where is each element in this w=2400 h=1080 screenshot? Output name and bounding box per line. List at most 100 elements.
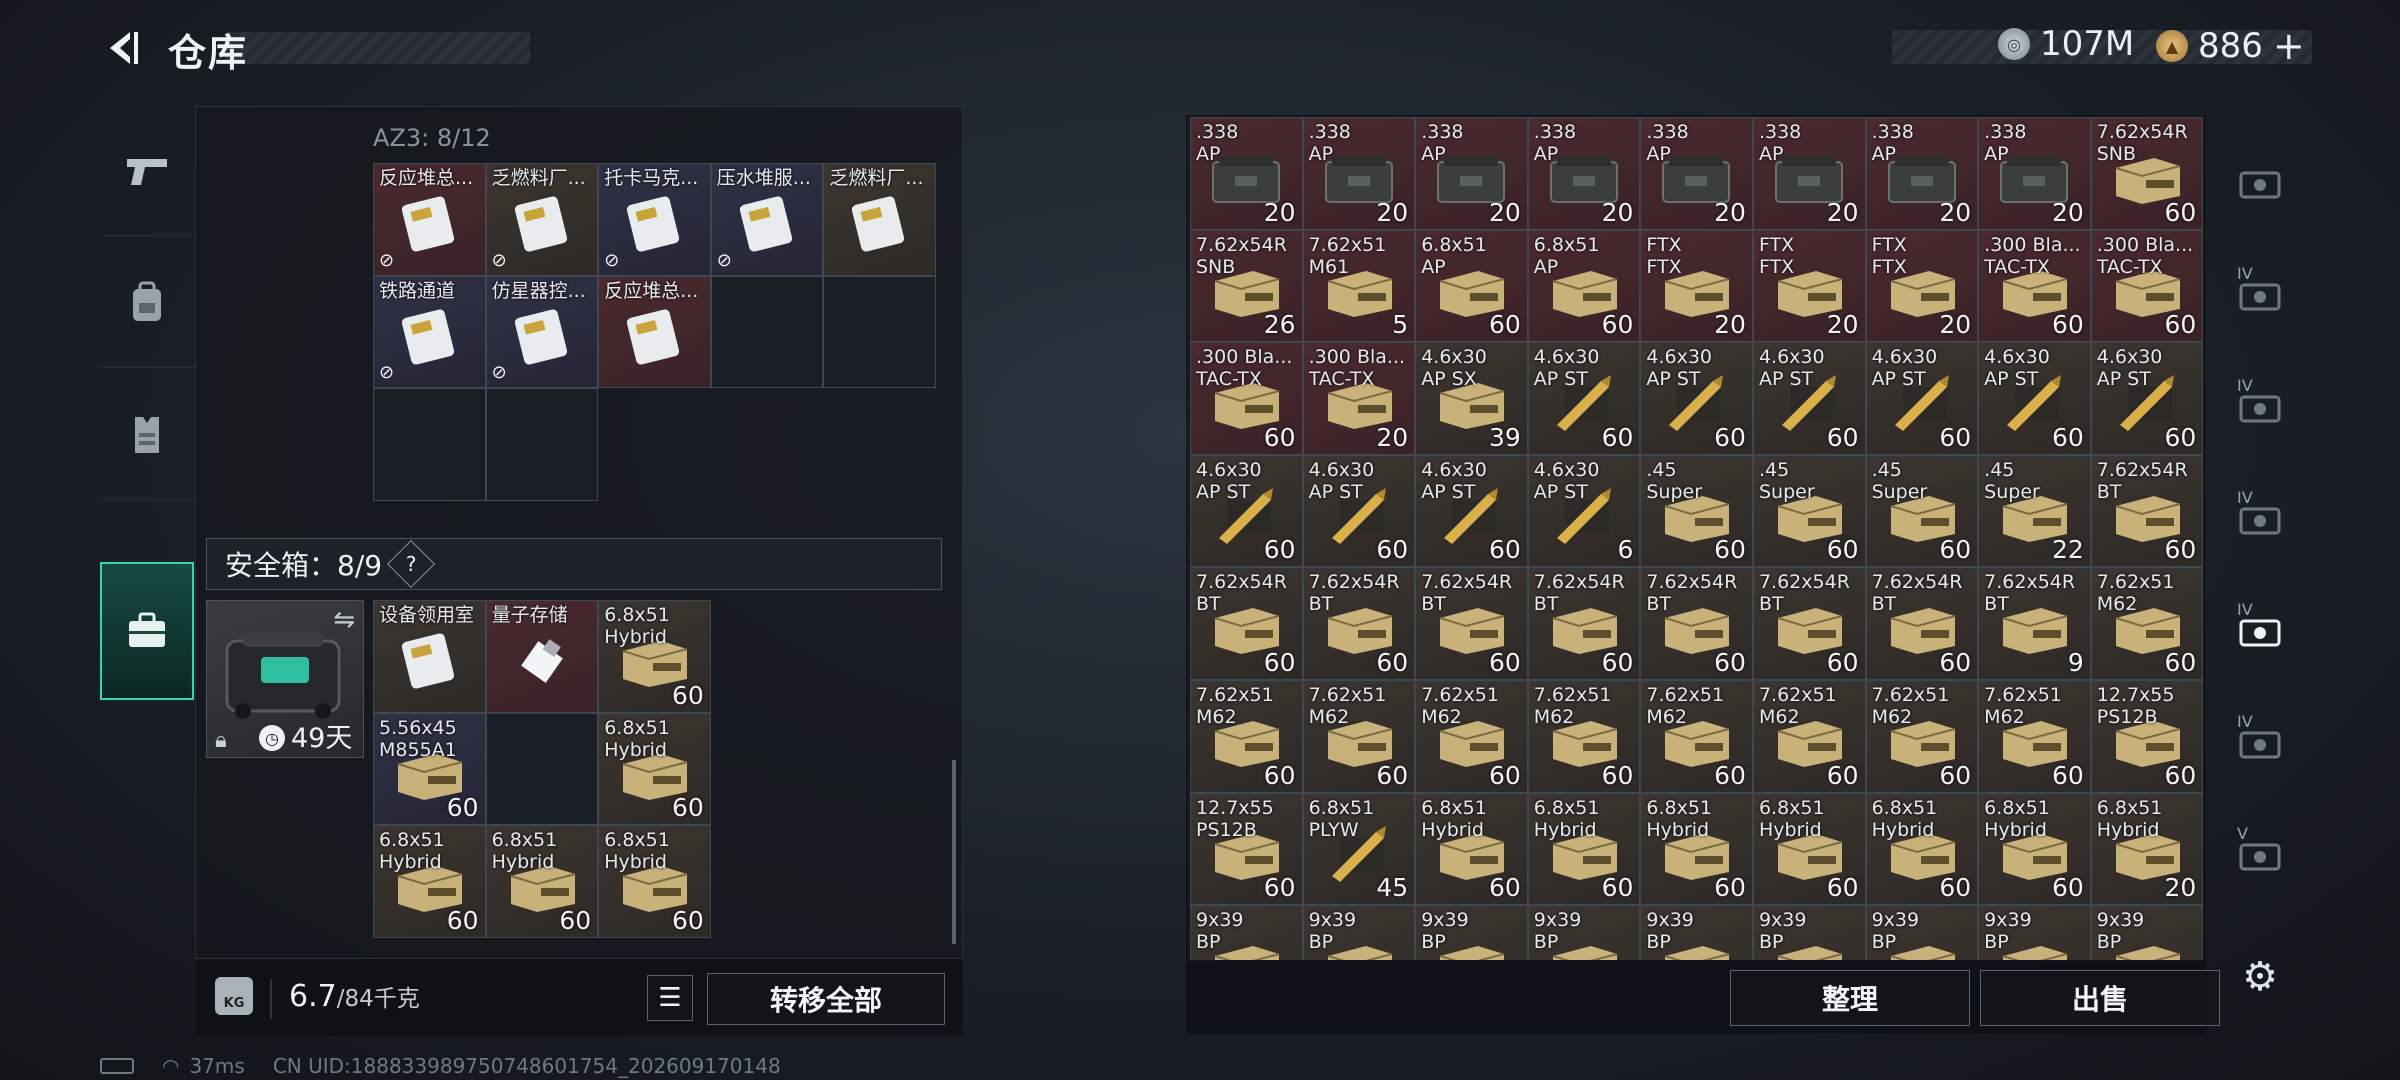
- scrollbar[interactable]: [952, 760, 956, 944]
- stash-item[interactable]: 4.6x30 AP ST 60: [1865, 342, 1979, 455]
- stash-item[interactable]: .338 AP 20: [1302, 117, 1416, 230]
- stash-item[interactable]: 4.6x30 AP ST 6: [1527, 454, 1641, 568]
- back-button[interactable]: [96, 22, 148, 74]
- container-slot[interactable]: 乏燃料厂...: [823, 163, 936, 276]
- safebox-slot[interactable]: 设备领用室: [373, 600, 486, 713]
- stash-item[interactable]: .338 AP 20: [1190, 117, 1303, 230]
- stash-item[interactable]: .300 Bla... TAC-TX 60: [1978, 229, 2091, 343]
- stash-item[interactable]: .338 AP 20: [1415, 117, 1528, 230]
- stash-item[interactable]: .45 Super 22: [1978, 454, 2091, 568]
- container-slot[interactable]: 铁路通道 ⊘: [373, 275, 486, 389]
- stash-tab[interactable]: V: [2225, 802, 2295, 912]
- stash-item[interactable]: 4.6x30 AP ST 60: [2090, 342, 2204, 455]
- safebox-slot[interactable]: 5.56x45 M855A1 60: [373, 712, 486, 826]
- add-currency-button[interactable]: +: [2273, 24, 2305, 68]
- stash-item[interactable]: .338 AP 20: [1640, 117, 1753, 230]
- stash-item[interactable]: FTX FTX 20: [1640, 229, 1753, 343]
- transfer-all-button[interactable]: 转移全部: [707, 973, 945, 1025]
- stash-item[interactable]: 6.8x51 Hybrid 60: [1527, 792, 1641, 906]
- container-slot[interactable]: 压水堆服... ⊘: [710, 163, 824, 276]
- stash-item[interactable]: .45 Super 60: [1640, 454, 1753, 568]
- container-slot[interactable]: 反应堆总... ⊘: [373, 163, 486, 276]
- list-view-button[interactable]: ☰: [647, 975, 693, 1021]
- stash-item[interactable]: .45 Super 60: [1865, 454, 1979, 568]
- stash-item[interactable]: 7.62x54R BT 60: [1640, 567, 1753, 680]
- stash-item[interactable]: 7.62x54R SNB 60: [2090, 117, 2204, 230]
- safebox-slot[interactable]: 6.8x51 Hybrid 60: [373, 825, 486, 938]
- nav-safebox[interactable]: [100, 562, 194, 700]
- stash-item[interactable]: 7.62x51 M62 60: [1752, 679, 1866, 793]
- stash-tab[interactable]: IV: [2225, 690, 2295, 800]
- stash-item[interactable]: 7.62x54R BT 60: [1527, 567, 1641, 680]
- stash-item[interactable]: 6.8x51 AP 60: [1415, 229, 1528, 343]
- stash-item[interactable]: 9x39 BP: [1752, 905, 1866, 960]
- stash-item[interactable]: 6.8x51 Hybrid 20: [2090, 792, 2204, 906]
- stash-item[interactable]: 7.62x54R BT 9: [1978, 567, 2091, 680]
- stash-item[interactable]: 12.7x55 PS12B 60: [1190, 792, 1303, 906]
- stash-item[interactable]: 6.8x51 PLYW 45: [1302, 792, 1416, 906]
- stash-item[interactable]: 6.8x51 Hybrid 60: [1865, 792, 1979, 906]
- stash-item[interactable]: 4.6x30 AP ST 60: [1640, 342, 1753, 455]
- stash-item[interactable]: 7.62x54R BT 60: [1752, 567, 1866, 680]
- stash-tab[interactable]: [2225, 130, 2295, 240]
- stash-item[interactable]: 6.8x51 Hybrid 60: [1415, 792, 1528, 906]
- stash-item[interactable]: 9x39 BP: [1640, 905, 1753, 960]
- stash-item[interactable]: 7.62x54R BT 60: [1415, 567, 1528, 680]
- stash-item[interactable]: .338 AP 20: [1978, 117, 2091, 230]
- stash-item[interactable]: 6.8x51 AP 60: [1527, 229, 1641, 343]
- container-slot[interactable]: 仿星器控... ⊘: [485, 275, 599, 389]
- stash-item[interactable]: 4.6x30 AP ST 60: [1302, 454, 1416, 568]
- stash-item[interactable]: 7.62x51 M62 60: [1415, 679, 1528, 793]
- safebox-slot[interactable]: 6.8x51 Hybrid 60: [485, 825, 599, 938]
- safebox-slot[interactable]: 6.8x51 Hybrid 60: [598, 600, 711, 713]
- stash-item[interactable]: 4.6x30 AP ST 60: [1415, 454, 1528, 568]
- stash-item[interactable]: 12.7x55 PS12B 60: [2090, 679, 2204, 793]
- stash-tab[interactable]: IV: [2225, 466, 2295, 576]
- sell-button[interactable]: 出售: [1980, 970, 2220, 1026]
- safebox-slot[interactable]: 6.8x51 Hybrid 60: [598, 712, 711, 826]
- stash-item[interactable]: FTX FTX 20: [1752, 229, 1866, 343]
- stash-item[interactable]: .338 AP 20: [1865, 117, 1979, 230]
- stash-item[interactable]: 9x39 BP: [1865, 905, 1979, 960]
- stash-item[interactable]: 7.62x51 M62 60: [1302, 679, 1416, 793]
- stash-item[interactable]: 4.6x30 AP ST 60: [1752, 342, 1866, 455]
- safebox-slot[interactable]: 量子存储: [485, 600, 599, 713]
- stash-item[interactable]: 7.62x51 M62 60: [2090, 567, 2204, 680]
- stash-item[interactable]: FTX FTX 20: [1865, 229, 1979, 343]
- stash-item[interactable]: 6.8x51 Hybrid 60: [1978, 792, 2091, 906]
- container-slot[interactable]: 托卡马克... ⊘: [598, 163, 711, 276]
- stash-item[interactable]: 7.62x51 M62 60: [1978, 679, 2091, 793]
- stash-item[interactable]: 4.6x30 AP ST 60: [1527, 342, 1641, 455]
- stash-item[interactable]: 7.62x51 M62 60: [1640, 679, 1753, 793]
- stash-item[interactable]: .338 AP 20: [1527, 117, 1641, 230]
- stash-item[interactable]: .45 Super 60: [1752, 454, 1866, 568]
- container-slot[interactable]: 乏燃料厂... ⊘: [485, 163, 599, 276]
- sort-button[interactable]: 整理: [1730, 970, 1970, 1026]
- stash-item[interactable]: 4.6x30 AP ST 60: [1978, 342, 2091, 455]
- stash-item[interactable]: 7.62x54R BT 60: [1190, 567, 1303, 680]
- currency-gold[interactable]: ▲ 886 +: [2156, 24, 2305, 68]
- currency-silver[interactable]: ◎ 107M: [1998, 24, 2134, 64]
- stash-item[interactable]: .300 Bla... TAC-TX 20: [1302, 342, 1416, 455]
- stash-item[interactable]: 9x39 BP: [2090, 905, 2204, 960]
- stash-item[interactable]: 6.8x51 Hybrid 60: [1640, 792, 1753, 906]
- stash-item[interactable]: .300 Bla... TAC-TX 60: [2090, 229, 2204, 343]
- swap-icon[interactable]: ⇋: [333, 605, 355, 635]
- stash-item[interactable]: 7.62x54R BT 60: [1302, 567, 1416, 680]
- stash-item[interactable]: 9x39 BP: [1190, 905, 1303, 960]
- stash-tab[interactable]: IV: [2225, 242, 2295, 352]
- stash-item[interactable]: 9x39 BP: [1527, 905, 1641, 960]
- stash-item[interactable]: 7.62x51 M62 60: [1527, 679, 1641, 793]
- nav-vest[interactable]: [100, 370, 194, 500]
- nav-backpack[interactable]: [100, 238, 194, 368]
- stash-item[interactable]: .338 AP 20: [1752, 117, 1866, 230]
- stash-item[interactable]: 6.8x51 Hybrid 60: [1752, 792, 1866, 906]
- container-slot[interactable]: 反应堆总...: [598, 275, 711, 389]
- settings-gear-icon[interactable]: ⚙: [2238, 954, 2282, 1000]
- safebox-item[interactable]: ⇋ 🔒︎ ◷ 49天: [206, 600, 364, 758]
- stash-tab[interactable]: IV: [2225, 354, 2295, 464]
- nav-weapons[interactable]: [100, 106, 194, 236]
- stash-item[interactable]: 7.62x54R SNB 26: [1190, 229, 1303, 343]
- stash-tab[interactable]: IV: [2225, 578, 2295, 688]
- stash-item[interactable]: .300 Bla... TAC-TX 60: [1190, 342, 1303, 455]
